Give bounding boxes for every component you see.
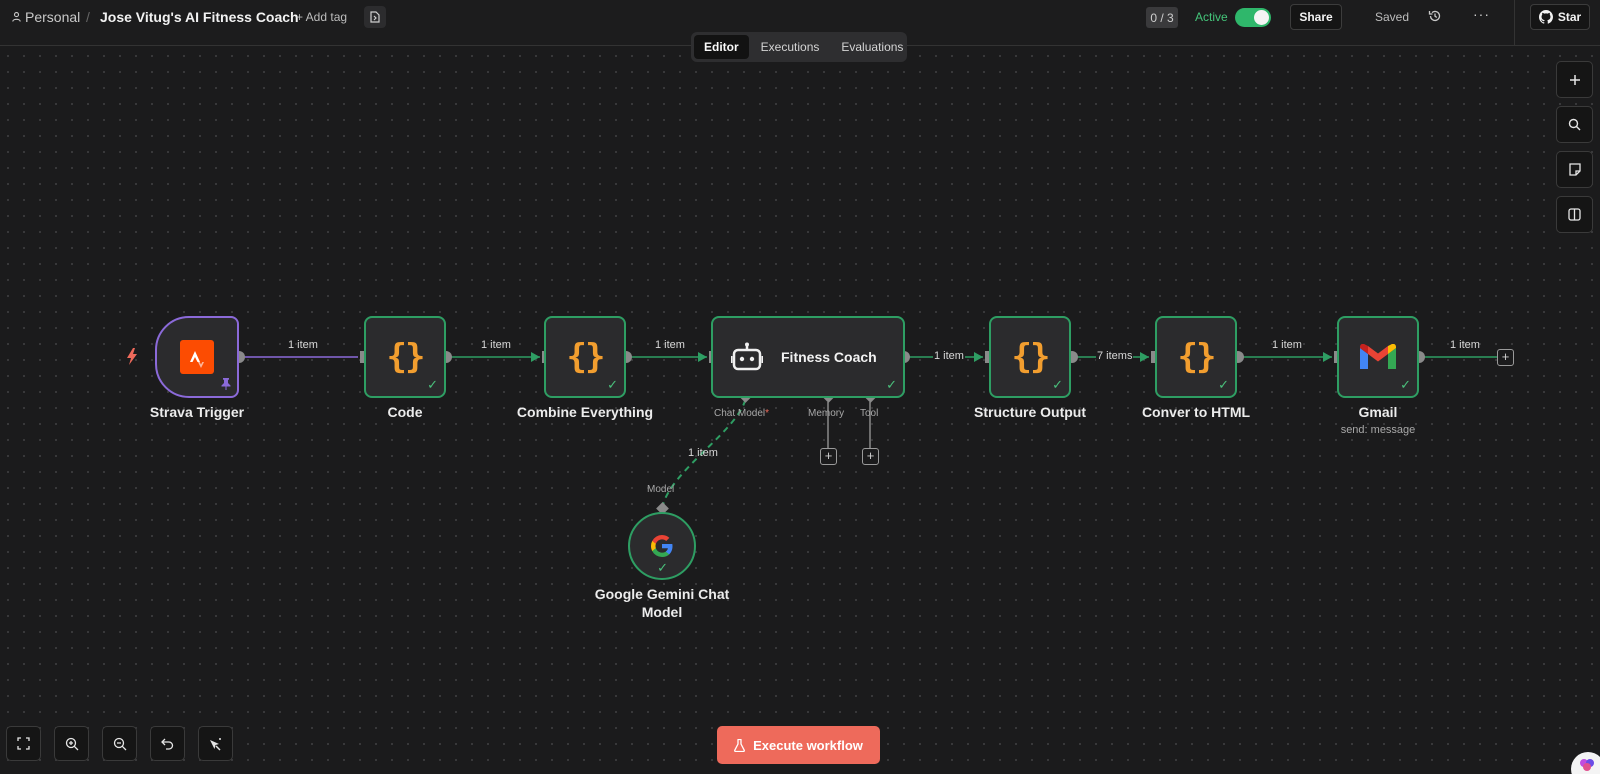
share-button[interactable]: Share [1290,4,1342,30]
zoom-in-button[interactable] [54,726,89,761]
edge-label-gmail-out: 1 item [1450,339,1480,351]
node-label-html: Conver to HTML [1141,404,1251,420]
code-braces-icon: {} [1177,337,1217,377]
undo-icon [161,738,174,750]
node-sublabel-gmail: send: message [1340,424,1416,436]
fit-view-button[interactable] [6,726,41,761]
view-tabs: Editor Executions Evaluations [691,32,907,62]
edge-label-html-gmail: 1 item [1272,339,1302,351]
node-combine-everything[interactable]: {} ✓ [544,316,626,398]
success-check-icon: ✓ [657,560,668,575]
workflow-name[interactable]: Jose Vitug's AI Fitness Coach [100,0,299,34]
brain-icon [1579,758,1595,772]
add-next-node-button[interactable]: + [1497,349,1514,366]
node-label-coach: Fitness Coach [781,349,877,365]
active-toggle[interactable] [1235,8,1271,27]
edge-label-gemini-coach: 1 item [688,447,718,459]
more-options-icon[interactable]: ··· [1473,6,1490,22]
sticky-note-button[interactable] [1556,151,1593,188]
success-check-icon: ✓ [886,377,897,392]
robot-icon [731,342,763,372]
success-check-icon: ✓ [1400,377,1411,392]
zoom-out-button[interactable] [102,726,137,761]
node-fitness-coach[interactable]: Fitness Coach ✓ [711,316,905,398]
add-tag-button[interactable]: + Add tag [296,0,347,34]
plus-icon [1569,74,1581,86]
toggle-panel-button[interactable] [1556,196,1593,233]
wand-icon [209,737,223,751]
node-google-gemini-chat-model[interactable]: ✓ [628,512,696,580]
gmail-icon [1360,343,1396,371]
fit-view-icon [17,737,30,750]
github-icon [1538,10,1553,24]
sticky-note-icon [1568,163,1581,176]
node-conver-to-html[interactable]: {} ✓ [1155,316,1237,398]
pin-icon [221,378,231,390]
zoom-out-icon [113,737,127,751]
import-icon[interactable] [364,6,386,28]
success-check-icon: ✓ [1052,377,1063,392]
panel-icon [1568,208,1581,221]
execution-counter: 0 / 3 [1146,7,1178,28]
edge-label-strava-code: 1 item [288,339,318,351]
add-node-button[interactable] [1556,61,1593,98]
node-label-strava: Strava Trigger [149,404,245,420]
zoom-in-icon [65,737,79,751]
success-check-icon: ✓ [427,377,438,392]
node-label-gemini: Google Gemini Chat Model [594,586,730,620]
code-braces-icon: {} [1011,337,1051,377]
trigger-bolt-icon [126,348,138,365]
search-nodes-button[interactable] [1556,106,1593,143]
success-check-icon: ✓ [1218,377,1229,392]
tab-executions[interactable]: Executions [751,35,830,59]
code-braces-icon: {} [566,337,606,377]
breadcrumb-personal[interactable]: Personal [12,0,80,34]
breadcrumb-separator: / [86,9,90,25]
tab-evaluations[interactable]: Evaluations [831,35,913,59]
add-tool-button[interactable]: + [862,448,879,465]
edge-label-coach-structure: 1 item [933,350,965,362]
node-label-gmail: Gmail [1358,404,1398,420]
user-icon [12,12,21,22]
flask-icon [734,738,746,752]
node-label-combine: Combine Everything [516,404,654,420]
workflow-canvas[interactable]: Strava Trigger {} ✓ Code {} ✓ Combine Ev… [0,0,1600,774]
node-label-structure: Structure Output [974,404,1086,420]
success-check-icon: ✓ [607,377,618,392]
node-structure-output[interactable]: {} ✓ [989,316,1071,398]
node-strava-trigger[interactable] [155,316,239,398]
tab-editor[interactable]: Editor [694,35,749,59]
add-memory-button[interactable]: + [820,448,837,465]
code-braces-icon: {} [386,337,426,377]
undo-button[interactable] [150,726,185,761]
history-icon[interactable] [1428,9,1442,23]
saved-status: Saved [1375,10,1410,24]
port-label-memory: Memory [808,408,845,419]
edge-label-code-combine: 1 item [481,339,511,351]
active-label: Active [1195,10,1228,24]
edge-label-combine-coach: 1 item [655,339,685,351]
execute-workflow-button[interactable]: Execute workflow [717,726,880,764]
search-icon [1568,118,1581,131]
edge-label-structure-html: 7 items [1096,350,1134,362]
node-label-code: Code [387,404,423,420]
strava-icon [180,340,214,374]
port-label-chat-model: Chat Model* [714,408,770,419]
node-code[interactable]: {} ✓ [364,316,446,398]
node-gmail[interactable]: ✓ [1337,316,1419,398]
port-label-tool: Tool [860,408,879,419]
port-label-model: Model [647,484,675,495]
github-star-button[interactable]: Star [1530,4,1590,30]
google-icon [650,534,674,558]
tidy-up-button[interactable] [198,726,233,761]
